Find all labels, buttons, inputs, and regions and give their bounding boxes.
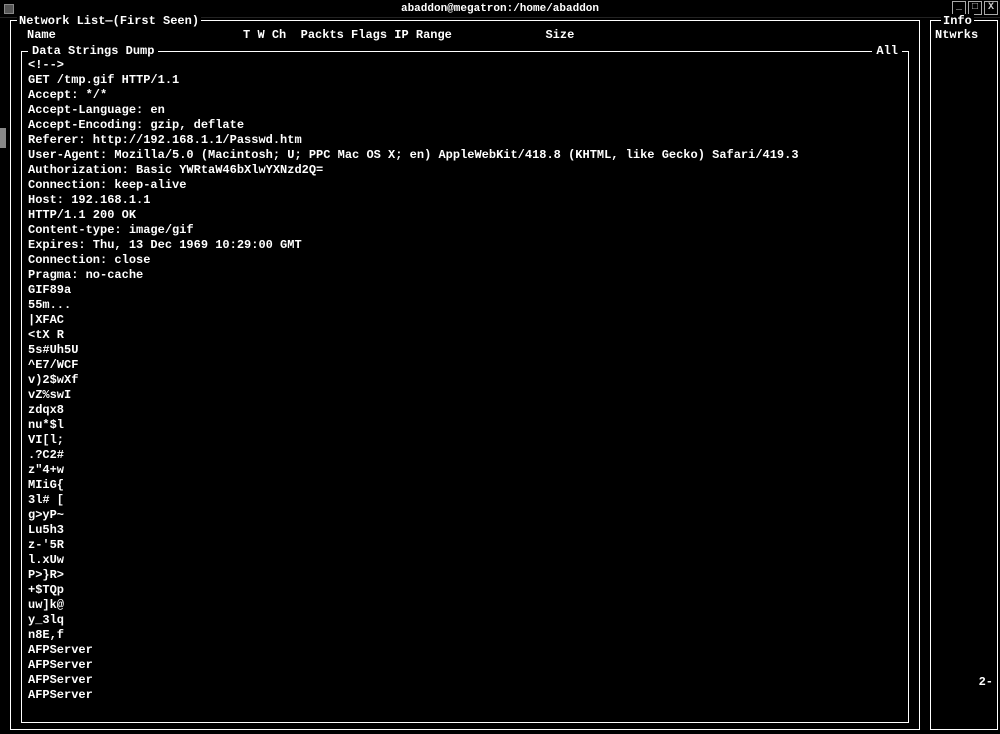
dump-line: nu*$l <box>28 418 902 433</box>
network-list-title: Network List—(First Seen) <box>17 14 201 28</box>
dump-line: y_3lq <box>28 613 902 628</box>
dump-line: |XFAC <box>28 313 902 328</box>
network-list-panel: Network List—(First Seen) Name T W Ch Pa… <box>10 20 920 730</box>
dump-line: uw]k@ <box>28 598 902 613</box>
dump-line: v)2$wXf <box>28 373 902 388</box>
close-button[interactable]: X <box>984 1 998 15</box>
dump-line: g>yP~ <box>28 508 902 523</box>
dump-line: +$TQp <box>28 583 902 598</box>
window-menu-icon[interactable] <box>4 4 14 14</box>
dump-line: AFPServer <box>28 643 902 658</box>
dump-line: Host: 192.168.1.1 <box>28 193 902 208</box>
dump-line: User-Agent: Mozilla/5.0 (Macintosh; U; P… <box>28 148 902 163</box>
info-panel-title: Info <box>941 14 974 28</box>
dump-line: n8E,f <box>28 628 902 643</box>
dump-line: Lu5h3 <box>28 523 902 538</box>
dump-line: 55m... <box>28 298 902 313</box>
terminal-area: Network List—(First Seen) Name T W Ch Pa… <box>0 18 1000 734</box>
dump-panel-title: Data Strings Dump <box>28 44 158 58</box>
dump-line: VI[l; <box>28 433 902 448</box>
dump-line: 3l# [ <box>28 493 902 508</box>
data-strings-dump-panel: Data Strings Dump All <!-->GET /tmp.gif … <box>21 51 909 723</box>
info-networks-label: Ntwrks <box>935 28 978 42</box>
dump-line: 5s#Uh5U <box>28 343 902 358</box>
dump-line: .?C2# <box>28 448 902 463</box>
window-controls: _ □ X <box>952 1 998 15</box>
dump-line: GIF89a <box>28 283 902 298</box>
dump-line: Expires: Thu, 13 Dec 1969 10:29:00 GMT <box>28 238 902 253</box>
dump-line: zdqx8 <box>28 403 902 418</box>
dump-line: GET /tmp.gif HTTP/1.1 <box>28 73 902 88</box>
dump-content[interactable]: <!-->GET /tmp.gif HTTP/1.1Accept: */*Acc… <box>22 52 908 707</box>
dump-line: Connection: keep-alive <box>28 178 902 193</box>
dump-line: <tX R <box>28 328 902 343</box>
dump-line: P>}R> <box>28 568 902 583</box>
dump-line: z-'5R <box>28 538 902 553</box>
dump-line: Authorization: Basic YWRtaW46bXlwYXNzd2Q… <box>28 163 902 178</box>
dump-line: Content-type: image/gif <box>28 223 902 238</box>
dump-line: MIiG{ <box>28 478 902 493</box>
dump-line: Connection: close <box>28 253 902 268</box>
dump-line: HTTP/1.1 200 OK <box>28 208 902 223</box>
dump-line: Accept-Encoding: gzip, deflate <box>28 118 902 133</box>
info-panel: Info Ntwrks 2- <box>930 20 998 730</box>
dump-line: z"4+w <box>28 463 902 478</box>
dump-line: Pragma: no-cache <box>28 268 902 283</box>
dump-line: Accept: */* <box>28 88 902 103</box>
dump-line: vZ%swI <box>28 388 902 403</box>
scrollbar-thumb[interactable] <box>0 128 6 148</box>
dump-line: l.xUw <box>28 553 902 568</box>
dump-line: Referer: http://192.168.1.1/Passwd.htm <box>28 133 902 148</box>
column-headers: Name T W Ch Packts Flags IP Range Size <box>27 28 574 42</box>
dump-line: <!--> <box>28 58 902 73</box>
dump-line: AFPServer <box>28 688 902 703</box>
dump-line: AFPServer <box>28 658 902 673</box>
maximize-button[interactable]: □ <box>968 1 982 15</box>
dump-line: Accept-Language: en <box>28 103 902 118</box>
dump-panel-filter: All <box>872 44 902 58</box>
window-title: abaddon@megatron:/home/abaddon <box>401 2 599 16</box>
dump-line: ^E7/WCF <box>28 358 902 373</box>
dump-line: AFPServer <box>28 673 902 688</box>
info-side-number: 2- <box>979 675 993 689</box>
minimize-button[interactable]: _ <box>952 1 966 15</box>
